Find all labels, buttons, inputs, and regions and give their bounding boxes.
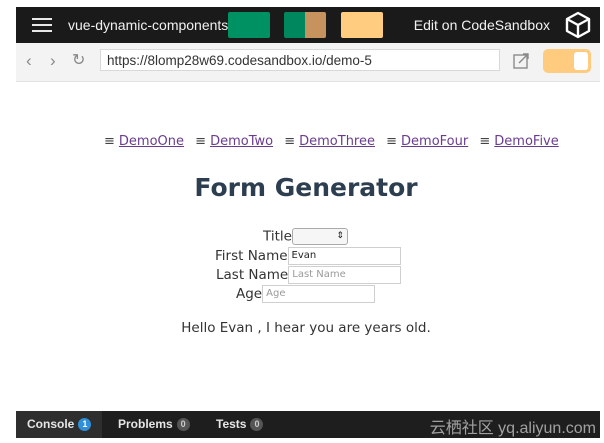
last-name-label: Last Name [216,267,289,283]
title-select[interactable]: ⇕ [291,228,348,245]
demo-nav: ≡ DemoOne ≡ DemoTwo ≡ DemoThree ≡ DemoFour ≡… [104,134,566,149]
demo-one-link[interactable]: DemoOne [119,134,184,149]
form-heading: Form Generator [194,173,418,202]
age-input[interactable]: Age [262,285,376,303]
select-arrows-icon: ⇕ [336,231,344,241]
nav-item-demo-four: ≡ DemoFour [386,134,468,149]
preview-toggle[interactable] [543,49,591,73]
age-label: Age [236,286,263,302]
refresh-icon[interactable]: ↻ [72,50,85,70]
first-name-label: First Name [215,248,288,264]
menu-icon[interactable] [32,18,52,32]
console-count-badge: 1 [78,418,92,431]
tests-count-badge: 0 [250,418,264,431]
problems-tab-label: Problems [118,417,173,431]
hamburger-icon: ≡ [284,134,296,149]
color-swatch-amber[interactable] [341,12,383,38]
age-row: Age Age [236,285,376,303]
hamburger-icon: ≡ [386,134,398,149]
nav-item-demo-three: ≡ DemoThree [284,134,375,149]
nav-item-demo-two: ≡ DemoTwo [195,134,273,149]
nav-item-demo-one: ≡ DemoOne [104,134,184,149]
first-name-row: First Name Evan [215,247,401,265]
first-name-input[interactable]: Evan [287,247,401,265]
hamburger-icon: ≡ [104,134,115,149]
toggle-knob [574,52,588,70]
title-row: Title ⇕ [263,228,348,245]
nav-item-demo-five: ≡ DemoFive [479,134,558,149]
preview-content: ≡ DemoOne ≡ DemoTwo ≡ DemoThree ≡ DemoFour ≡… [16,82,600,410]
color-swatch-green[interactable] [228,12,270,38]
url-input[interactable]: https://8lomp28w69.codesandbox.io/demo-5 [100,49,500,71]
open-new-window-icon[interactable] [512,52,530,70]
tab-tests[interactable]: Tests 0 [216,411,264,438]
hamburger-icon: ≡ [195,134,207,149]
watermark-text: 云栖社区 yq.aliyun.com [429,420,596,437]
back-icon[interactable]: ‹ [26,51,32,71]
last-name-input[interactable]: Last Name [288,266,402,284]
hamburger-icon: ≡ [479,134,491,149]
forward-icon[interactable]: › [50,51,56,71]
app-header: vue-dynamic-components Edit on CodeSandb… [16,7,600,43]
browser-address-bar: ‹ › ↻ https://8lomp28w69.codesandbox.io/… [16,43,600,82]
tests-tab-label: Tests [216,417,247,431]
demo-five-link[interactable]: DemoFive [494,134,558,149]
edit-on-codesandbox-link[interactable]: Edit on CodeSandbox [414,17,550,33]
title-label: Title [263,228,292,245]
console-tab-label: Console [27,417,75,431]
problems-count-badge: 0 [176,418,190,431]
demo-four-link[interactable]: DemoFour [401,134,468,149]
greeting-text: Hello Evan , I hear you are years old. [181,320,431,336]
devtools-bar: Console 1 Problems 0 Tests 0 云栖社区 yq.aliyun… [16,411,600,438]
codesandbox-logo-icon[interactable] [564,11,592,39]
demo-three-link[interactable]: DemoThree [299,134,375,149]
tab-problems[interactable]: Problems 0 [118,411,190,438]
last-name-row: Last Name Last Name [216,266,402,284]
app-title: vue-dynamic-components [68,17,229,33]
demo-two-link[interactable]: DemoTwo [210,134,273,149]
color-swatch-split[interactable] [284,12,326,38]
tab-console[interactable]: Console 1 [16,411,102,438]
